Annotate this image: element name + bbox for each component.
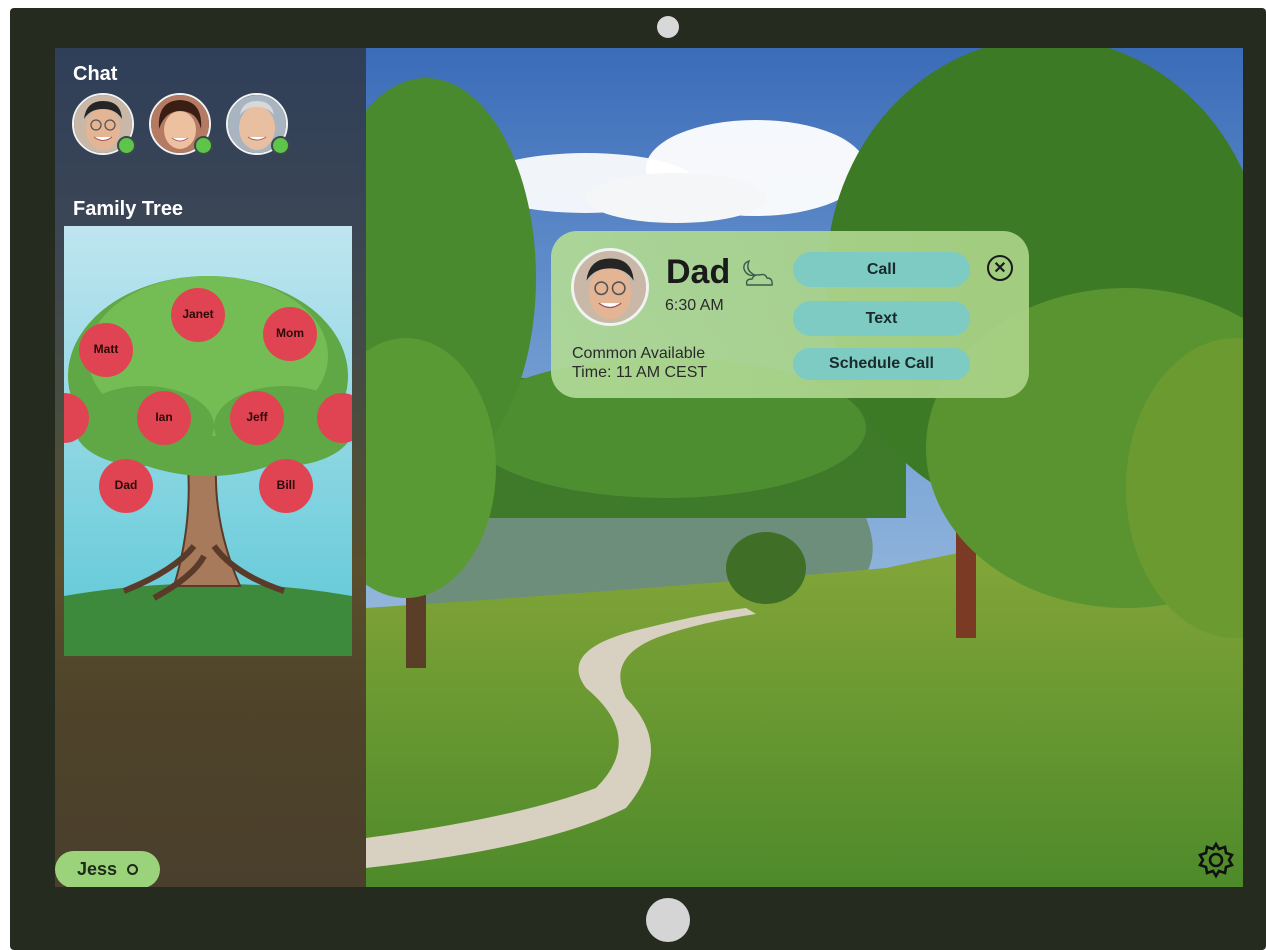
tree-member-label: Bill bbox=[277, 478, 296, 492]
common-available-line2: Time: 11 AM CEST bbox=[572, 364, 708, 381]
chat-avatar-1[interactable] bbox=[72, 93, 136, 155]
moon-cloud-icon bbox=[737, 253, 777, 293]
tree-member-label: Jeff bbox=[246, 410, 268, 424]
text-button[interactable]: Text bbox=[793, 301, 970, 336]
online-indicator bbox=[194, 136, 213, 155]
family-tree-panel[interactable]: Janet Matt Mom Ian Jeff Dad Bill bbox=[64, 226, 352, 656]
tree-member-label: Janet bbox=[182, 307, 213, 321]
status-ring-icon bbox=[127, 864, 139, 875]
tree-member-label: Ian bbox=[155, 410, 172, 424]
close-icon[interactable]: ✕ bbox=[987, 255, 1013, 281]
family-tree-title: Family Tree bbox=[73, 198, 184, 220]
schedule-call-button[interactable]: Schedule Call bbox=[793, 348, 970, 380]
user-name: Jess bbox=[76, 859, 118, 879]
settings-gear-icon[interactable] bbox=[1197, 841, 1235, 879]
chat-avatar-2[interactable] bbox=[149, 93, 213, 155]
contact-name: Dad bbox=[666, 253, 731, 291]
contact-avatar bbox=[571, 248, 649, 326]
online-indicator bbox=[117, 136, 136, 155]
contact-local-time: 6:30 AM bbox=[665, 297, 724, 314]
screen: Chat Family Tree Janet Matt Mom Ian Jeff… bbox=[55, 48, 1243, 887]
contact-card-popup: Dad 6:30 AM Common Available Time: 11 AM… bbox=[551, 231, 1029, 398]
avatar-photo bbox=[574, 251, 646, 323]
user-pill[interactable]: Jess bbox=[55, 851, 160, 887]
call-button[interactable]: Call bbox=[793, 252, 970, 287]
tree-member-label: Dad bbox=[115, 478, 138, 492]
tree-member-label: Matt bbox=[94, 342, 119, 356]
common-available-time: Common Available Time: 11 AM CEST bbox=[572, 344, 772, 382]
sidebar: Chat Family Tree Janet Matt Mom Ian Jeff… bbox=[55, 48, 366, 887]
family-tree-illustration: Janet Matt Mom Ian Jeff Dad Bill bbox=[64, 226, 352, 656]
online-indicator bbox=[271, 136, 290, 155]
tree-member-label: Mom bbox=[276, 326, 304, 340]
chat-title: Chat bbox=[73, 63, 118, 85]
common-available-line1: Common Available bbox=[572, 345, 706, 362]
camera-dot bbox=[657, 16, 679, 38]
landscape-background bbox=[366, 48, 1243, 887]
main-area bbox=[366, 48, 1243, 887]
chat-avatar-3[interactable] bbox=[226, 93, 290, 155]
home-button[interactable] bbox=[646, 898, 690, 942]
